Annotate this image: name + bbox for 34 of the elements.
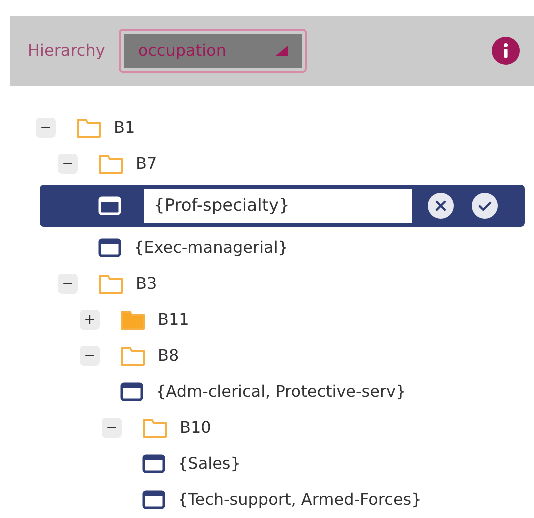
folder-label[interactable]: B11 [158,308,190,332]
folder-label[interactable]: B10 [180,416,212,440]
toggle-button[interactable]: + [80,310,100,330]
window-icon [142,490,166,510]
toggle-button[interactable]: − [58,154,78,174]
toggle-button[interactable]: − [80,346,100,366]
leaf-label[interactable]: {Sales} [178,452,241,476]
confirm-icon[interactable] [472,193,498,219]
hierarchy-label: Hierarchy [28,40,106,62]
folder-icon [76,117,102,139]
selected-row[interactable]: {Prof-specialty} [40,185,525,227]
leaf-label[interactable]: {Tech-support, Armed-Forces} [178,488,422,512]
cancel-icon[interactable] [428,193,454,219]
window-icon [98,196,122,216]
dropdown-arrow-icon [276,46,288,56]
leaf-label[interactable]: {Adm-clerical, Protective-serv} [156,380,406,404]
folder-icon [142,417,168,439]
folder-label[interactable]: B1 [114,116,136,140]
window-icon [142,454,166,474]
window-icon [98,238,122,258]
folder-icon [120,309,146,331]
folder-label[interactable]: B7 [136,152,158,176]
toggle-button[interactable]: − [102,418,122,438]
leaf-label[interactable]: {Exec-managerial} [134,236,288,260]
folder-label[interactable]: B3 [136,272,158,296]
folder-icon [120,345,146,367]
toggle-button[interactable]: − [36,118,56,138]
window-icon [120,382,144,402]
info-icon[interactable] [492,37,520,65]
folder-label[interactable]: B8 [158,344,180,368]
rename-field[interactable]: {Prof-specialty} [144,189,412,223]
folder-icon [98,273,124,295]
folder-icon [98,153,124,175]
toggle-button[interactable]: − [58,274,78,294]
